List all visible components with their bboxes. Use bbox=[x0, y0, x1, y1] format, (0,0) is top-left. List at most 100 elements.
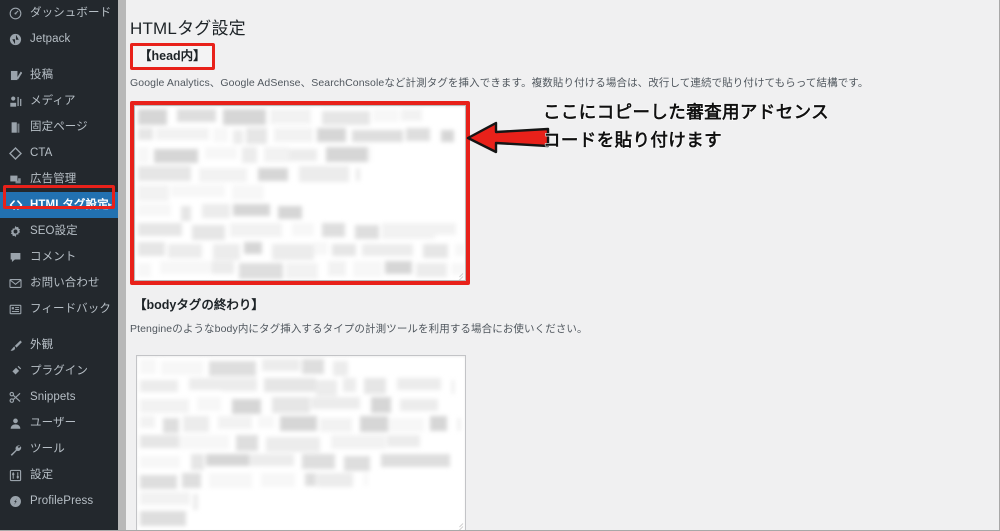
blurred-text-segment bbox=[191, 454, 204, 470]
sidebar-item-htmlタグ設定[interactable]: HTMLタグ設定 ▸ bbox=[0, 192, 118, 218]
sidebar-item-cta[interactable]: CTA bbox=[0, 140, 118, 166]
sidebar-item-投稿[interactable]: 投稿 bbox=[0, 62, 118, 88]
sidebar-item-固定ページ[interactable]: 固定ページ bbox=[0, 114, 118, 140]
blurred-text-segment bbox=[280, 416, 317, 431]
wrench-icon bbox=[9, 443, 28, 456]
sidebar-item-コメント[interactable]: コメント bbox=[0, 244, 118, 270]
blurred-text-segment bbox=[356, 168, 360, 181]
blurred-text-segment bbox=[286, 263, 318, 279]
sidebar-item-フィードバック[interactable]: フィードバック bbox=[0, 296, 118, 322]
blurred-text-segment bbox=[138, 147, 149, 163]
blurred-text-segment bbox=[211, 261, 234, 274]
blurred-text-segment bbox=[209, 361, 256, 376]
blurred-text-segment bbox=[202, 204, 230, 218]
sidebar-group: ダッシュボード Jetpack bbox=[0, 0, 118, 52]
body-code-textarea[interactable] bbox=[136, 355, 466, 530]
blurred-text-segment bbox=[332, 244, 356, 256]
blurred-text-segment bbox=[244, 242, 262, 254]
blurred-text-segment bbox=[140, 492, 190, 505]
blurred-text-segment bbox=[423, 454, 450, 467]
head-section-label: 【head内】 bbox=[139, 49, 206, 63]
sidebar-item-label: お問い合わせ bbox=[30, 277, 100, 289]
blurred-text-segment bbox=[355, 225, 379, 239]
blurred-text-segment bbox=[138, 263, 151, 277]
body-section-description: Ptengineのようなbody内にタグ挿入するタイプの計測ツールを利用する場合… bbox=[130, 323, 588, 335]
blurred-text-segment bbox=[352, 130, 403, 142]
blurred-text-segment bbox=[232, 399, 261, 414]
blurred-text-segment bbox=[302, 454, 335, 469]
blurred-text-segment bbox=[316, 380, 337, 396]
feedback-icon bbox=[9, 303, 28, 316]
left-arrow-annotation-icon bbox=[466, 121, 550, 154]
textarea-resize-handle[interactable] bbox=[454, 269, 463, 278]
blurred-text-segment bbox=[140, 359, 156, 374]
blurred-text-segment bbox=[161, 361, 203, 375]
dashboard-icon bbox=[9, 7, 28, 20]
blurred-text-segment bbox=[262, 359, 300, 371]
pages-icon bbox=[9, 121, 28, 134]
body-section-label: 【bodyタグの終わり】 bbox=[134, 298, 264, 312]
blurred-text-segment bbox=[381, 454, 423, 467]
sidebar-item-snippets[interactable]: Snippets bbox=[0, 384, 118, 410]
blurred-text-segment bbox=[441, 130, 454, 142]
head-textarea-highlight-box bbox=[130, 101, 470, 285]
sidebar-item-外観[interactable]: 外観 bbox=[0, 332, 118, 358]
sidebar-item-label: ProfilePress bbox=[30, 495, 94, 507]
sidebar-item-ツール[interactable]: ツール bbox=[0, 436, 118, 462]
blurred-text-segment bbox=[343, 378, 356, 392]
sidebar-item-プラグイン[interactable]: プラグイン bbox=[0, 358, 118, 384]
sidebar-item-広告管理[interactable]: 広告管理 bbox=[0, 166, 118, 192]
sidebar-item-jetpack[interactable]: Jetpack bbox=[0, 26, 118, 52]
blurred-text-segment bbox=[322, 111, 370, 125]
blurred-text-segment bbox=[246, 128, 267, 144]
sidebar-item-label: 設定 bbox=[30, 469, 54, 481]
sidebar-item-profilepress[interactable]: ProfilePress bbox=[0, 488, 118, 514]
blurred-text-segment bbox=[197, 397, 221, 411]
sidebar-item-メディア[interactable]: メディア bbox=[0, 88, 118, 114]
sidebar-group: 投稿 メディア 固定ページ CTA 広告管理 HTMLタグ設定 ▸ SEO設定コメントお問い合… bbox=[0, 62, 118, 322]
sidebar-item-お問い合わせ[interactable]: お問い合わせ bbox=[0, 270, 118, 296]
blurred-text-segment bbox=[233, 130, 243, 144]
sidebar-item-ユーザー[interactable]: ユーザー bbox=[0, 410, 118, 436]
sidebar-menu: ダッシュボード Jetpack 投稿 メディア 固定ページ CTA 広告管理 HTMLタグ設定… bbox=[0, 0, 118, 530]
head-section-label-highlight: 【head内】 bbox=[130, 43, 215, 70]
head-code-textarea[interactable] bbox=[134, 105, 466, 281]
page-title: HTMLタグ設定 bbox=[130, 19, 246, 38]
blurred-text-segment bbox=[171, 185, 225, 197]
blurred-text-segment bbox=[189, 378, 221, 390]
sidebar-item-設定[interactable]: 設定 bbox=[0, 462, 118, 488]
blurred-text-segment bbox=[138, 109, 167, 125]
blurred-text-segment bbox=[274, 128, 313, 142]
textarea-resize-handle[interactable] bbox=[454, 519, 463, 528]
sidebar-item-label: SEO設定 bbox=[30, 225, 78, 237]
blurred-text-segment bbox=[249, 454, 294, 466]
blurred-text-segment bbox=[388, 418, 424, 432]
annotation-text: ここにコピーした審査用アドセンス コードを貼り付けます bbox=[543, 102, 830, 150]
main-content: HTMLタグ設定 【head内】 Google Analytics、Google… bbox=[126, 0, 999, 530]
blurred-text-segment bbox=[400, 399, 438, 411]
blurred-text-segment bbox=[360, 416, 388, 432]
blurred-text-segment bbox=[362, 244, 413, 256]
sidebar-scrollbar[interactable] bbox=[118, 0, 126, 530]
blurred-text-segment bbox=[314, 242, 328, 255]
blurred-text-segment bbox=[292, 223, 314, 236]
blurred-text-segment bbox=[258, 168, 288, 181]
blurred-text-segment bbox=[138, 242, 165, 256]
users-icon bbox=[9, 417, 28, 430]
blurred-text-segment bbox=[387, 435, 420, 447]
sidebar-item-label: ツール bbox=[30, 443, 65, 455]
blurred-text-segment bbox=[156, 128, 209, 140]
sidebar-item-label: WP QUADS bbox=[30, 524, 93, 530]
scissors-icon bbox=[9, 391, 28, 404]
blurred-text-segment bbox=[181, 206, 191, 221]
sidebar-item-ダッシュボード[interactable]: ダッシュボード bbox=[0, 0, 118, 26]
blurred-text-segment bbox=[140, 435, 179, 448]
blurred-text-segment bbox=[230, 223, 282, 237]
ads-manager-icon bbox=[9, 173, 28, 186]
gear-icon bbox=[9, 225, 28, 238]
blurred-text-segment bbox=[455, 244, 465, 256]
blurred-text-segment bbox=[213, 244, 240, 260]
sidebar-item-seo設定[interactable]: SEO設定 bbox=[0, 218, 118, 244]
sidebar-item-wp-quads[interactable]: WP QUADS bbox=[0, 524, 118, 530]
blurred-text-segment bbox=[270, 109, 311, 124]
